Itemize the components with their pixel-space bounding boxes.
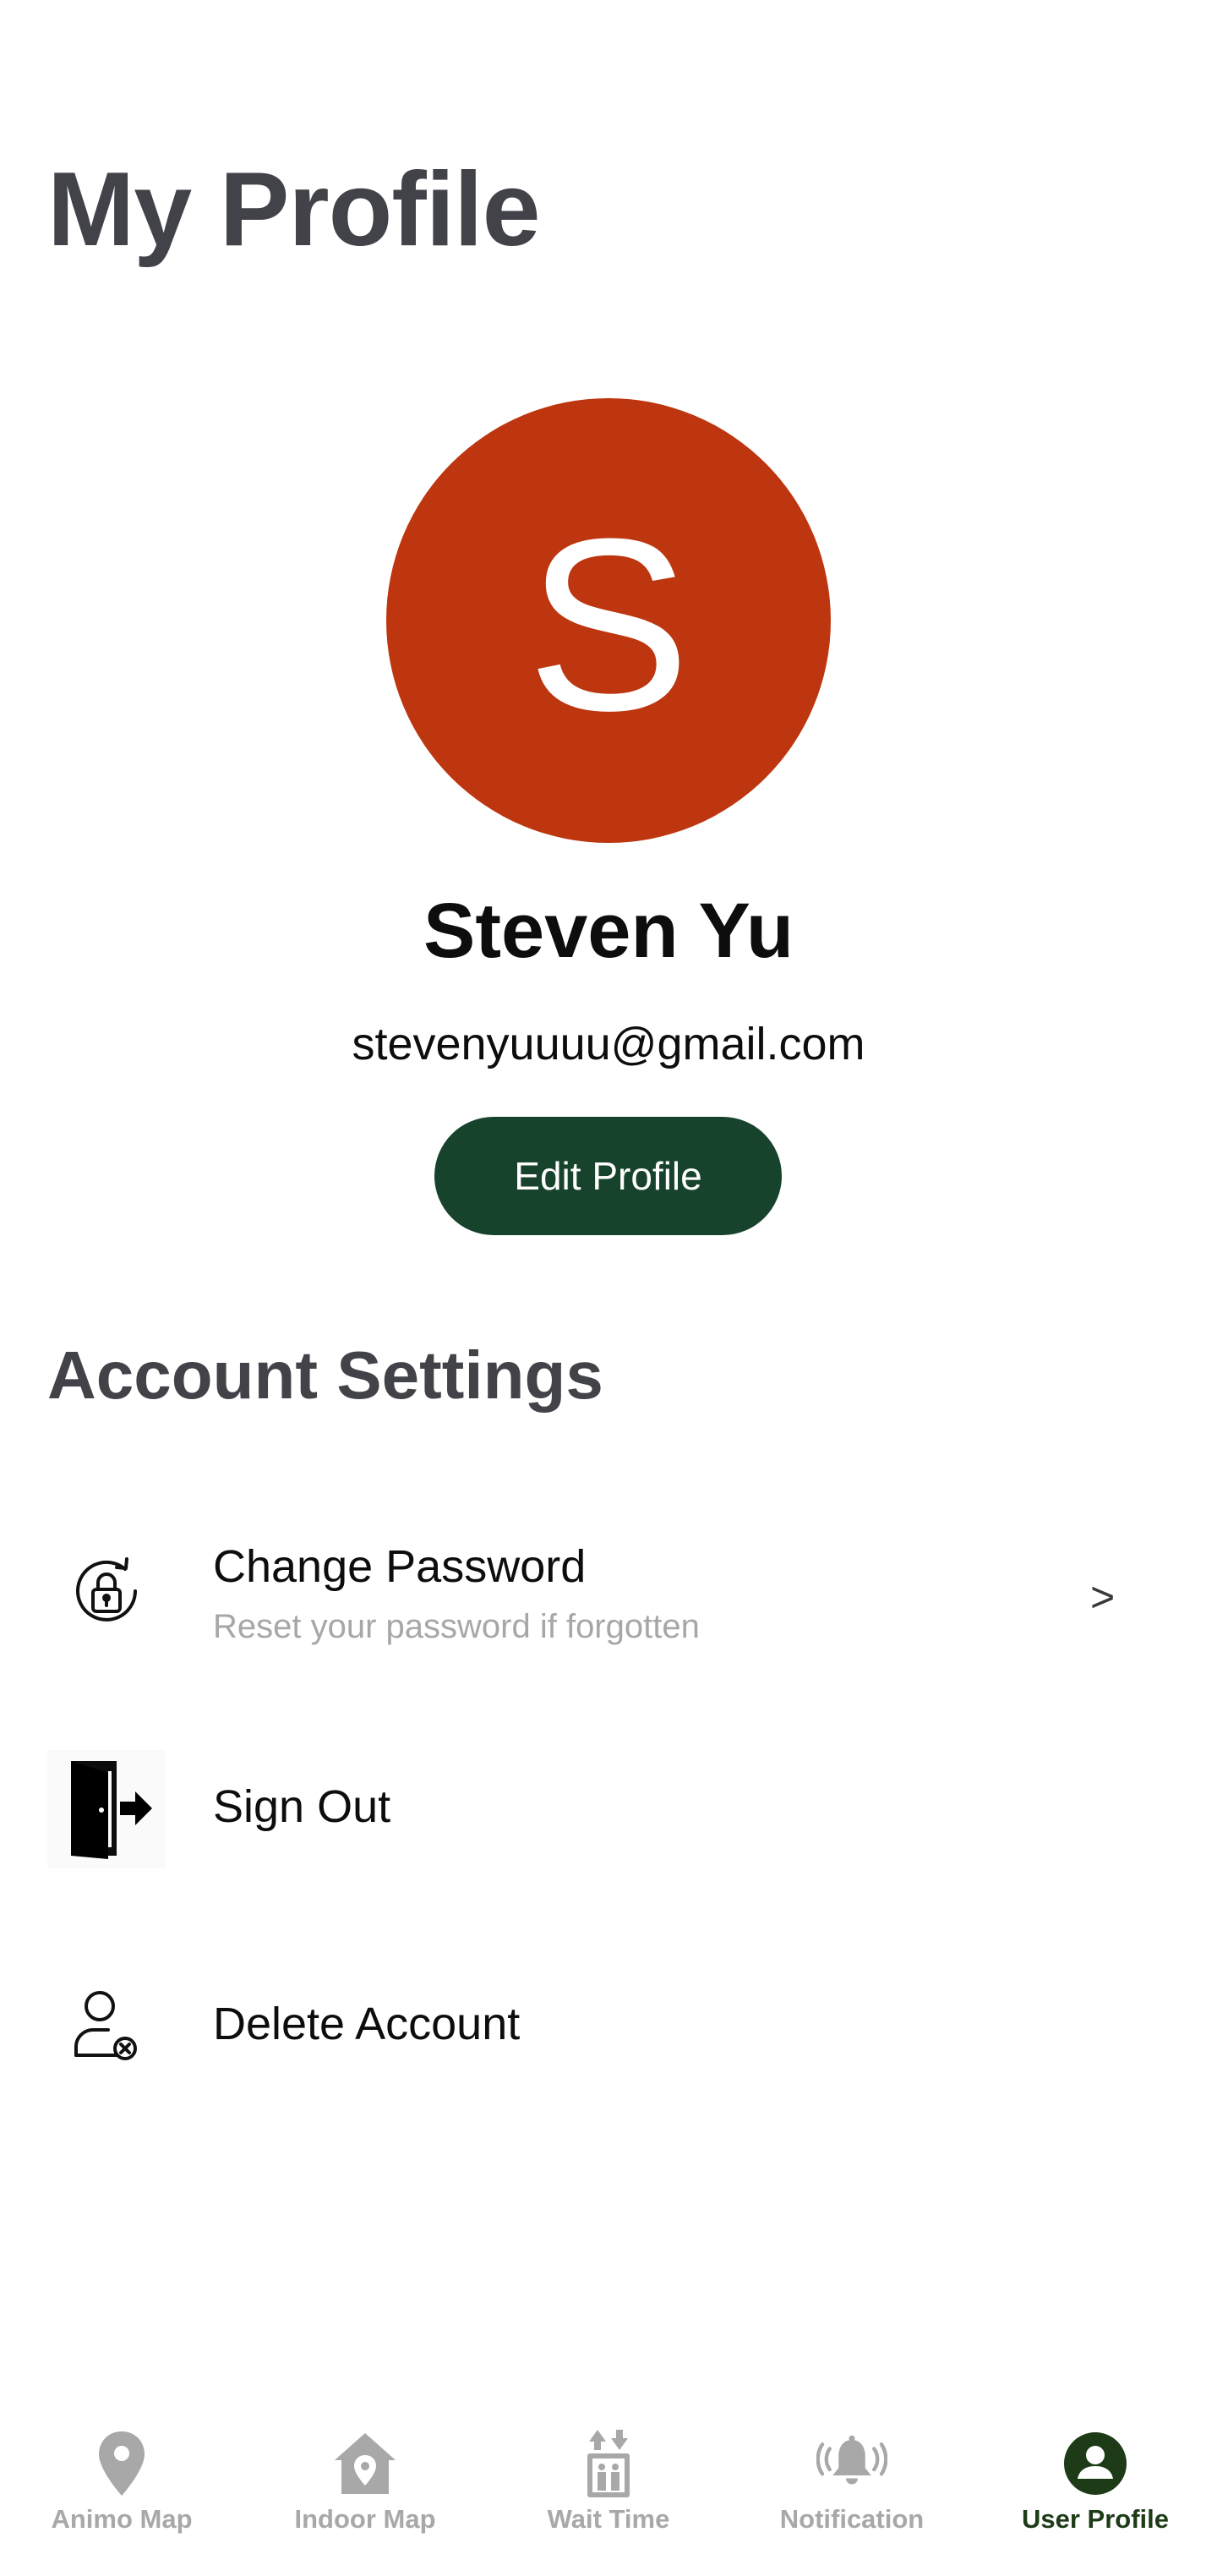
elevator-icon	[573, 2428, 644, 2499]
delete-account-row[interactable]: Delete Account	[0, 1966, 1217, 2084]
nav-wait-time-label: Wait Time	[547, 2504, 670, 2534]
nav-wait-time[interactable]: Wait Time	[487, 2409, 730, 2576]
account-settings-title: Account Settings	[47, 1337, 603, 1413]
sign-out-label: Sign Out	[213, 1781, 391, 1832]
user-remove-icon	[47, 1966, 166, 2084]
nav-notification[interactable]: Notification	[730, 2409, 974, 2576]
map-pin-icon	[86, 2428, 157, 2499]
bottom-navigation: Animo Map Indoor Map Wait Time Notificat…	[0, 2409, 1217, 2576]
edit-profile-button[interactable]: Edit Profile	[434, 1117, 782, 1235]
avatar: S	[386, 398, 831, 843]
bell-ringing-icon	[816, 2428, 887, 2499]
nav-indoor-map[interactable]: Indoor Map	[243, 2409, 487, 2576]
nav-animo-map-label: Animo Map	[51, 2504, 193, 2534]
user-email: stevenyuuuu@gmail.com	[352, 1019, 865, 1069]
house-pin-icon	[330, 2428, 401, 2499]
lock-refresh-icon	[47, 1532, 166, 1650]
nav-user-profile-label: User Profile	[1021, 2504, 1169, 2534]
change-password-label: Change Password	[213, 1541, 587, 1592]
change-password-row[interactable]: Change Password Reset your password if f…	[0, 1523, 1217, 1659]
nav-indoor-map-label: Indoor Map	[294, 2504, 436, 2534]
user-name: Steven Yu	[423, 888, 794, 974]
nav-animo-map[interactable]: Animo Map	[0, 2409, 243, 2576]
delete-account-label: Delete Account	[213, 1999, 521, 2049]
nav-user-profile[interactable]: User Profile	[974, 2409, 1217, 2576]
profile-screen: My Profile S Steven Yu stevenyuuuu@gmail…	[0, 0, 1217, 2576]
nav-notification-label: Notification	[779, 2504, 925, 2534]
change-password-subtitle: Reset your password if forgotten	[213, 1608, 700, 1645]
door-exit-icon	[47, 1750, 166, 1868]
user-circle-icon	[1060, 2428, 1131, 2499]
page-title: My Profile	[47, 151, 541, 268]
chevron-right-icon: >	[1090, 1573, 1116, 1621]
sign-out-row[interactable]: Sign Out	[0, 1750, 1217, 1868]
avatar-letter: S	[527, 488, 690, 762]
